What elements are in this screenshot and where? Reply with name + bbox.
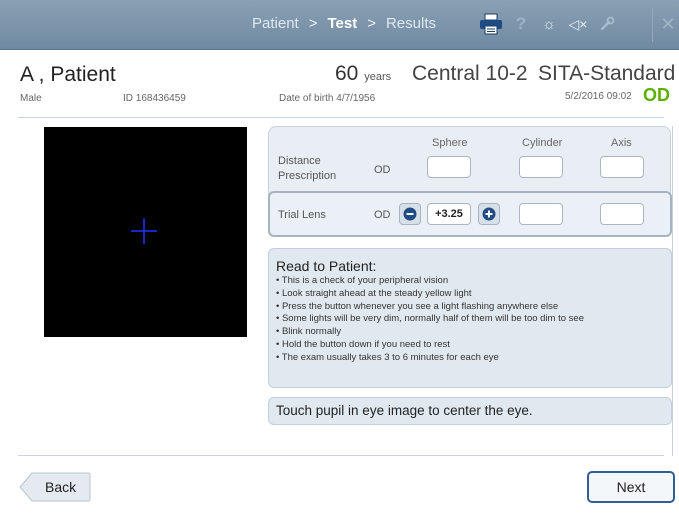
- trial-axis-field[interactable]: [600, 203, 644, 225]
- minus-circle-icon: [403, 207, 417, 221]
- instruction-item: Blink normally: [276, 326, 584, 339]
- trial-sphere-value[interactable]: +3.25: [427, 203, 471, 225]
- breadcrumb-separator: >: [367, 15, 376, 32]
- crosshair-icon: [131, 218, 157, 244]
- breadcrumb: Patient > Test > Results: [252, 15, 436, 32]
- test-strategy: SITA-Standard: [538, 62, 676, 85]
- trial-cylinder-field[interactable]: [519, 203, 563, 225]
- patient-sex: Male: [20, 93, 42, 104]
- printer-icon[interactable]: [477, 13, 505, 35]
- toolbar-divider: [652, 8, 653, 42]
- plus-circle-icon: [482, 207, 496, 221]
- footer-divider: [18, 455, 664, 456]
- instruction-item: This is a check of your peripheral visio…: [276, 275, 584, 288]
- instructions-list: This is a check of your peripheral visio…: [276, 275, 584, 365]
- eye-indicator: OD: [643, 85, 670, 105]
- patient-dob: Date of birth 4/7/1956: [279, 93, 376, 104]
- distance-axis-field[interactable]: [600, 156, 644, 178]
- sphere-decrement-button[interactable]: [399, 203, 421, 225]
- patient-age: 60 years: [335, 62, 391, 86]
- sphere-increment-button[interactable]: [478, 203, 500, 225]
- instruction-item: Some lights will be very dim, normally h…: [276, 313, 584, 326]
- instructions-title: Read to Patient:: [276, 258, 377, 274]
- distance-sphere-field[interactable]: [427, 156, 471, 178]
- breadcrumb-separator: >: [308, 15, 318, 32]
- distance-eye-label: OD: [374, 164, 391, 176]
- header-divider: [18, 117, 664, 118]
- patient-age-unit: years: [364, 71, 392, 83]
- instruction-item: The exam usually takes 3 to 6 minutes fo…: [276, 352, 584, 365]
- test-date: 5/2/2016 09:02: [565, 91, 632, 102]
- cylinder-header: Cylinder: [522, 137, 563, 149]
- trial-lens-label: Trial Lens: [278, 209, 326, 221]
- instruction-item: Hold the button down if you need to rest: [276, 339, 584, 352]
- breadcrumb-patient[interactable]: Patient: [252, 15, 299, 32]
- mute-icon[interactable]: ◁×: [566, 13, 590, 35]
- wrench-icon[interactable]: [597, 13, 617, 35]
- patient-name: A , Patient: [20, 63, 116, 86]
- back-button-label[interactable]: Back: [45, 479, 76, 495]
- distance-cylinder-field[interactable]: [519, 156, 563, 178]
- sphere-header: Sphere: [432, 137, 468, 149]
- close-icon[interactable]: ✕: [658, 13, 678, 35]
- distance-prescription-label: Distance Prescription: [278, 155, 337, 182]
- instruction-item: Look straight ahead at the steady yellow…: [276, 288, 584, 301]
- patient-age-value: 60: [335, 62, 359, 85]
- breadcrumb-results[interactable]: Results: [386, 15, 436, 32]
- instruction-item: Press the button whenever you see a ligh…: [276, 301, 584, 314]
- next-button[interactable]: Next: [587, 471, 675, 503]
- trial-eye-label: OD: [374, 209, 391, 221]
- help-icon[interactable]: ?: [512, 13, 530, 35]
- hint-text: Touch pupil in eye image to center the e…: [276, 403, 533, 418]
- axis-header: Axis: [611, 137, 632, 149]
- breadcrumb-test[interactable]: Test: [327, 15, 357, 32]
- patient-id: ID 168436459: [123, 93, 186, 104]
- brightness-icon[interactable]: ☼: [540, 13, 558, 35]
- test-pattern: Central 10-2: [412, 62, 528, 85]
